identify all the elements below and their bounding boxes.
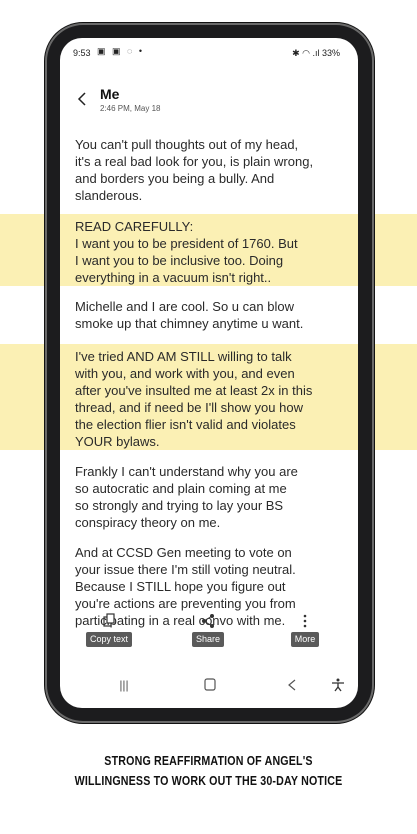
message-line: thread, and if need be I'll show you how [75, 400, 303, 415]
message-line: the election flier isn't valid and viola… [75, 417, 296, 432]
status-right-icons: ✱ ◠ .ıl 33% [292, 48, 340, 58]
message-toolbar: Copy text Share More [60, 613, 358, 663]
message-line: it's a real bad look for you, is plain w… [75, 154, 314, 169]
message-line: conspiracy theory on me. [75, 515, 221, 530]
status-time: 9:53 [73, 48, 91, 58]
page-title: Me [100, 86, 120, 102]
message-line: I want you to be president of 1760. But [75, 236, 298, 251]
message-line: your issue there I'm still voting neutra… [75, 562, 296, 577]
more-icon [303, 614, 307, 628]
message-line: I want you to be inclusive too. Doing [75, 253, 284, 268]
message-paragraph-3: Michelle and I are cool. So u can blow s… [75, 298, 350, 332]
message-line: slanderous. [75, 188, 143, 203]
message-line: Because I STILL hope you figure out [75, 579, 286, 594]
nav-back-icon[interactable] [282, 678, 302, 692]
copy-text-button[interactable]: Copy text [74, 613, 144, 647]
message-line: And at CCSD Gen meeting to vote on [75, 545, 292, 560]
more-button[interactable]: More [270, 613, 340, 647]
message-line: You can't pull thoughts out of my head, [75, 137, 299, 152]
accessibility-icon[interactable] [328, 678, 348, 692]
share-button[interactable]: Share [173, 613, 243, 647]
system-navigation-bar: ||| [60, 674, 358, 698]
message-paragraph-2: READ CAREFULLY: I want you to be preside… [75, 218, 350, 286]
message-paragraph-4: I've tried AND AM STILL willing to talk … [75, 348, 350, 450]
message-line: READ CAREFULLY: [75, 219, 194, 234]
message-line: Michelle and I are cool. So u can blow [75, 299, 294, 314]
message-line: YOUR bylaws. [75, 434, 160, 449]
caption-line-1: STRONG REAFFIRMATION OF ANGEL'S [104, 753, 313, 768]
message-line: and borders you being a bully. And [75, 171, 275, 186]
home-icon[interactable] [200, 678, 220, 692]
message-line: so autocratic and plain coming at me [75, 481, 287, 496]
share-icon [202, 614, 214, 628]
message-line: everything in a vacuum isn't right.. [75, 270, 272, 285]
message-line: smoke up that chimney anytime u want. [75, 316, 304, 331]
caption-line-2: WILLINGNESS TO WORK OUT THE 30-DAY NOTIC… [74, 773, 343, 788]
message-line: you're actions are preventing you from [75, 596, 296, 611]
status-notification-icons: ▣ ▣ ◌ • [97, 46, 145, 56]
status-bar: 9:53 ▣ ▣ ◌ • ✱ ◠ .ıl 33% [60, 38, 358, 62]
message-paragraph-1: You can't pull thoughts out of my head, … [75, 136, 350, 204]
message-paragraph-5: Frankly I can't understand why you are s… [75, 463, 350, 531]
copy-text-label: Copy text [85, 632, 133, 647]
message-line: after you've insulted me at least 2x in … [75, 383, 313, 398]
message-line: I've tried AND AM STILL willing to talk [75, 349, 292, 364]
recents-icon[interactable]: ||| [114, 678, 134, 692]
conversation-header: Me 2:46 PM, May 18 [60, 82, 358, 122]
back-icon[interactable] [76, 92, 88, 106]
message-line: with you, and work with you, and even [75, 366, 295, 381]
message-line: Frankly I can't understand why you are [75, 464, 298, 479]
more-label: More [290, 632, 320, 647]
share-label: Share [191, 632, 225, 647]
message-line: so strongly and trying to lay your BS [75, 498, 284, 513]
phone-screen: 9:53 ▣ ▣ ◌ • ✱ ◠ .ıl 33% Me 2:46 PM, May… [60, 38, 358, 708]
copy-icon [103, 613, 115, 627]
message-timestamp: 2:46 PM, May 18 [100, 104, 161, 113]
